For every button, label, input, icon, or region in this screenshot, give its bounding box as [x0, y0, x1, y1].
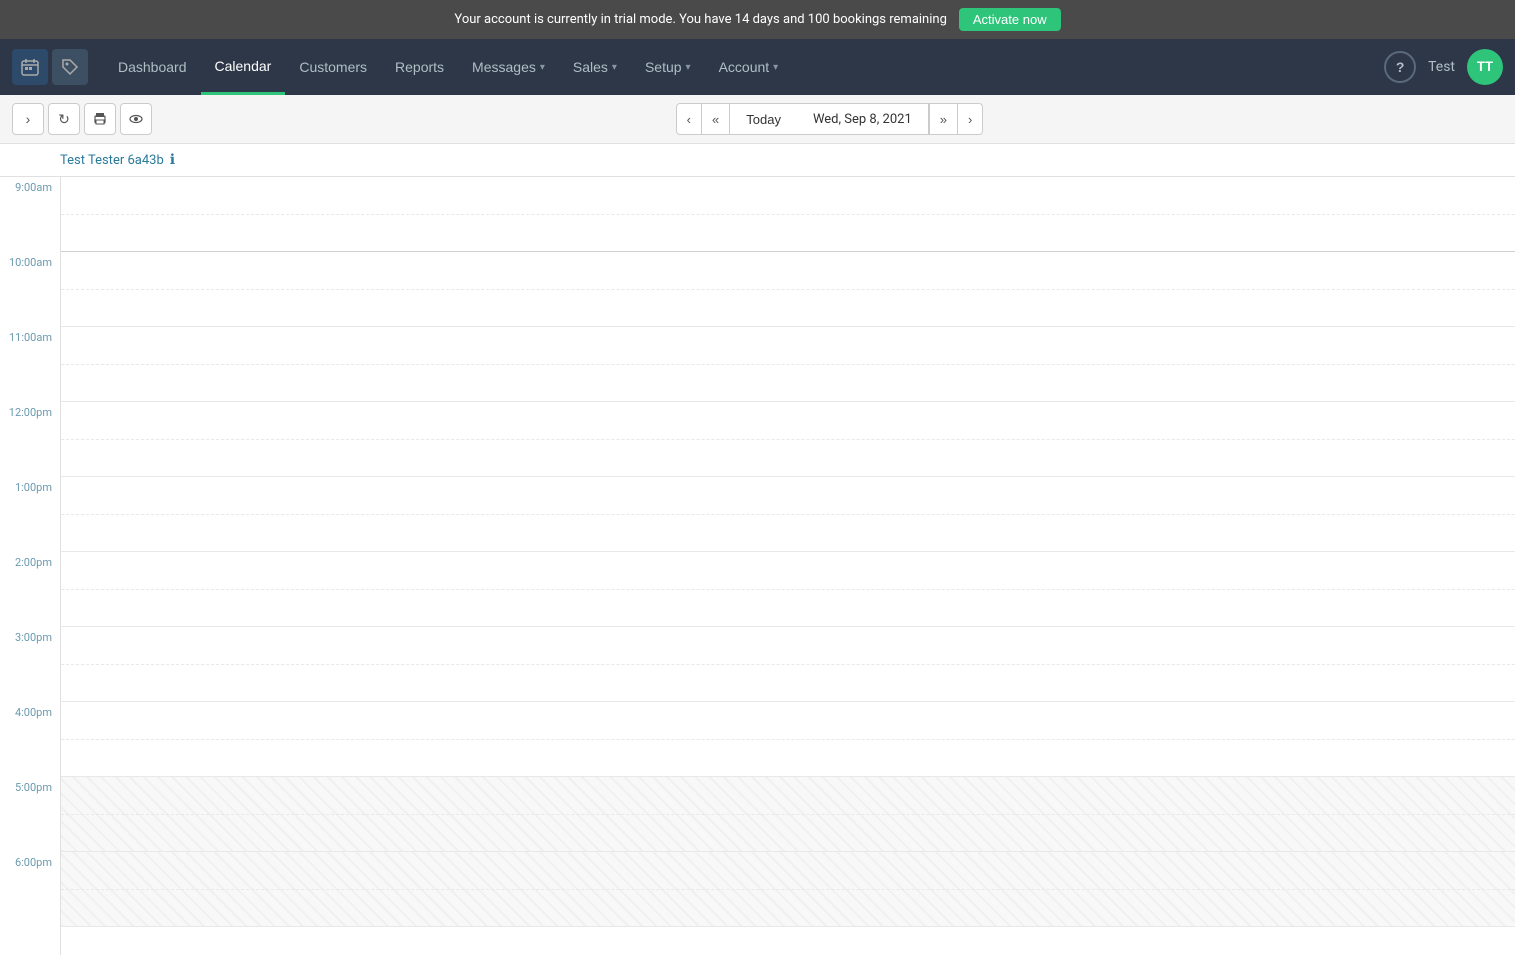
- nav-setup[interactable]: Setup ▾: [631, 41, 705, 93]
- setup-chevron-icon: ▾: [686, 62, 691, 73]
- prev-button[interactable]: ‹: [676, 103, 702, 135]
- grid-row[interactable]: [61, 777, 1515, 852]
- time-slot-label: 1:00pm: [0, 477, 60, 552]
- grid-row[interactable]: [61, 552, 1515, 627]
- grid-row[interactable]: [61, 627, 1515, 702]
- date-display: Wed, Sep 8, 2021: [797, 103, 929, 135]
- activate-button[interactable]: Activate now: [959, 8, 1061, 31]
- resource-header: Test Tester 6a43b ℹ: [0, 144, 1515, 177]
- time-slot-label: 3:00pm: [0, 627, 60, 702]
- grid-row[interactable]: [61, 702, 1515, 777]
- time-label: 11:00am: [9, 331, 52, 344]
- time-slot-label: 2:00pm: [0, 552, 60, 627]
- time-label: 3:00pm: [15, 631, 52, 644]
- sales-chevron-icon: ▾: [612, 62, 617, 73]
- time-label: 2:00pm: [15, 556, 52, 569]
- time-grid: 9:00am 10:00am 11:00am 12:00pm 1:00pm 2:00pm 3…: [0, 177, 1515, 955]
- trial-banner: Your account is currently in trial mode.…: [0, 0, 1515, 39]
- nav-sales[interactable]: Sales ▾: [559, 41, 631, 93]
- next-next-button[interactable]: »: [929, 103, 958, 135]
- nav-dashboard[interactable]: Dashboard: [104, 41, 201, 93]
- expand-button[interactable]: ›: [12, 103, 44, 135]
- calendar-icon-btn[interactable]: [12, 49, 48, 85]
- grid-row[interactable]: [61, 327, 1515, 402]
- grid-row[interactable]: [61, 402, 1515, 477]
- next-button[interactable]: ›: [958, 103, 983, 135]
- time-label: 10:00am: [9, 256, 52, 269]
- eye-icon: [129, 112, 143, 126]
- today-button[interactable]: Today: [730, 103, 797, 135]
- nav-links: Dashboard Calendar Customers Reports Mes…: [104, 40, 1380, 95]
- messages-chevron-icon: ▾: [540, 62, 545, 73]
- time-label: 4:00pm: [15, 706, 52, 719]
- avatar[interactable]: TT: [1467, 49, 1503, 85]
- calendar-nav: ‹ « Today Wed, Sep 8, 2021 » ›: [676, 103, 984, 135]
- grid-row[interactable]: [61, 852, 1515, 927]
- time-label: 1:00pm: [15, 481, 52, 494]
- prev-prev-button[interactable]: «: [702, 103, 730, 135]
- nav-reports[interactable]: Reports: [381, 41, 458, 93]
- user-name: Test: [1428, 59, 1455, 75]
- expand-icon: ›: [26, 111, 31, 127]
- calendar-area: Test Tester 6a43b ℹ 9:00am 10:00am 11:00am…: [0, 144, 1515, 955]
- nav-calendar[interactable]: Calendar: [201, 40, 286, 95]
- time-slot-label: 4:00pm: [0, 702, 60, 777]
- help-button[interactable]: ?: [1384, 51, 1416, 83]
- time-label: 5:00pm: [15, 781, 52, 794]
- calendar-icon: [21, 58, 39, 76]
- time-label: 6:00pm: [15, 856, 52, 869]
- time-slot-label: 10:00am: [0, 252, 60, 327]
- nav-messages[interactable]: Messages ▾: [458, 41, 559, 93]
- nav-right: ? Test TT: [1384, 49, 1503, 85]
- time-slot-label: 9:00am: [0, 177, 60, 252]
- nav-customers[interactable]: Customers: [285, 41, 381, 93]
- tag-icon-btn[interactable]: [52, 49, 88, 85]
- time-slot-label: 12:00pm: [0, 402, 60, 477]
- grid-area: [60, 177, 1515, 955]
- print-button[interactable]: [84, 103, 116, 135]
- account-chevron-icon: ▾: [773, 62, 778, 73]
- toolbar: › ↻ ‹ « Today Wed, Sep 8, 2021 » ›: [0, 95, 1515, 144]
- trial-message: Your account is currently in trial mode.…: [454, 12, 946, 27]
- top-nav: Dashboard Calendar Customers Reports Mes…: [0, 39, 1515, 95]
- time-labels: 9:00am 10:00am 11:00am 12:00pm 1:00pm 2:00pm 3…: [0, 177, 60, 955]
- time-slot-label: 6:00pm: [0, 852, 60, 927]
- tag-icon: [61, 58, 79, 76]
- refresh-icon: ↻: [58, 111, 70, 128]
- time-slot-label: 11:00am: [0, 327, 60, 402]
- resource-name: Test Tester 6a43b ℹ: [60, 152, 175, 168]
- grid-row[interactable]: [61, 177, 1515, 252]
- time-label: 9:00am: [15, 181, 52, 194]
- print-icon: [93, 112, 107, 126]
- grid-row[interactable]: [61, 252, 1515, 327]
- grid-row[interactable]: [61, 477, 1515, 552]
- view-button[interactable]: [120, 103, 152, 135]
- info-icon[interactable]: ℹ: [170, 152, 175, 168]
- nav-account[interactable]: Account ▾: [705, 41, 793, 93]
- time-label: 12:00pm: [9, 406, 52, 419]
- time-slot-label: 5:00pm: [0, 777, 60, 852]
- refresh-button[interactable]: ↻: [48, 103, 80, 135]
